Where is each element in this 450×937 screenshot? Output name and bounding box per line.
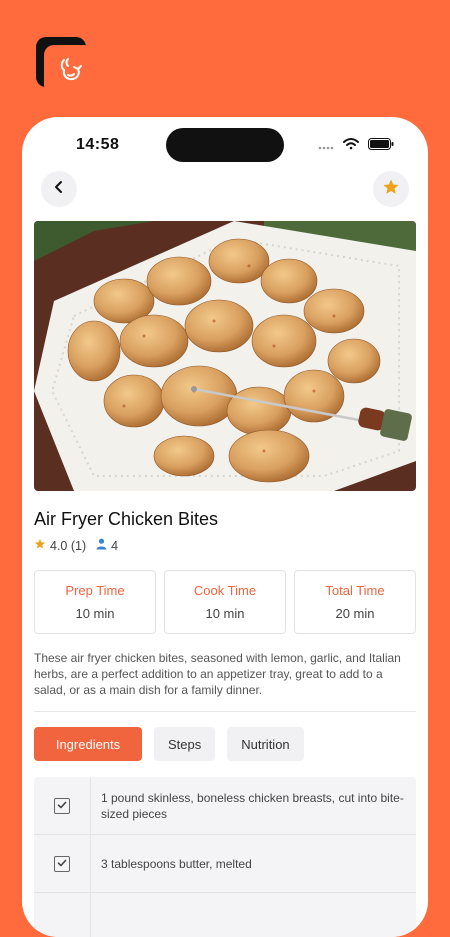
recipe-description: These air fryer chicken bites, seasoned … xyxy=(34,651,401,697)
phone-screen: 14:58 Air Fryer Chicken Bites 4.0 (1) 4 … xyxy=(22,117,428,937)
total-time-label: Total Time xyxy=(325,583,385,598)
tab-ingredients[interactable]: Ingredients xyxy=(34,727,142,761)
ingredient-list: 1 pound skinless, boneless chicken breas… xyxy=(34,777,416,937)
rating-value: 4.0 (1) xyxy=(50,538,87,553)
dynamic-island xyxy=(166,128,284,162)
rooster-logo-icon xyxy=(44,45,94,95)
recipe-title: Air Fryer Chicken Bites xyxy=(34,509,219,529)
ingredient-text: 3 tablespoons butter, melted xyxy=(101,856,252,871)
ingredient-check-cell xyxy=(34,777,91,834)
favorite-button[interactable] xyxy=(373,171,409,207)
ingredient-text: 1 pound skinless, boneless chicken breas… xyxy=(101,790,404,821)
ingredient-checkbox[interactable] xyxy=(54,797,70,815)
app-logo xyxy=(36,37,94,95)
chevron-left-icon xyxy=(52,180,66,199)
cook-time-value: 10 min xyxy=(205,606,245,621)
recipe-meta: 4.0 (1) 4 xyxy=(34,538,118,553)
tab-steps[interactable]: Steps xyxy=(154,727,216,761)
rating-star-icon xyxy=(34,538,46,553)
total-time-value: 20 min xyxy=(335,606,375,621)
divider xyxy=(34,711,416,712)
checkmark-icon xyxy=(57,855,67,873)
tab-nutrition[interactable]: Nutrition xyxy=(227,727,304,761)
prep-time-value: 10 min xyxy=(75,606,115,621)
prep-time-card: Prep Time 10 min xyxy=(34,570,156,634)
star-icon xyxy=(382,178,400,201)
cook-time-label: Cook Time xyxy=(193,583,257,598)
back-button[interactable] xyxy=(41,171,77,207)
list-item: 3 tablespoons butter, melted xyxy=(34,835,416,893)
wifi-icon xyxy=(342,137,360,155)
time-cards: Prep Time 10 min Cook Time 10 min Total … xyxy=(34,570,416,634)
recipe-image xyxy=(34,221,416,491)
signal-icon xyxy=(318,137,334,155)
servings-value: 4 xyxy=(111,538,119,553)
total-time-card: Total Time 20 min xyxy=(294,570,416,634)
status-bar: 14:58 xyxy=(22,117,428,169)
cook-time-card: Cook Time 10 min xyxy=(164,570,286,634)
ingredient-checkbox[interactable] xyxy=(54,855,70,873)
person-icon xyxy=(96,538,107,553)
status-time: 14:58 xyxy=(76,136,120,153)
battery-icon xyxy=(368,137,394,155)
status-icons xyxy=(318,137,394,155)
recipe-tabs: Ingredients Steps Nutrition xyxy=(34,727,304,761)
list-item: 1 pound skinless, boneless chicken breas… xyxy=(34,777,416,835)
ingredient-check-cell xyxy=(34,835,91,892)
checkmark-icon xyxy=(57,797,67,815)
prep-time-label: Prep Time xyxy=(65,583,125,598)
